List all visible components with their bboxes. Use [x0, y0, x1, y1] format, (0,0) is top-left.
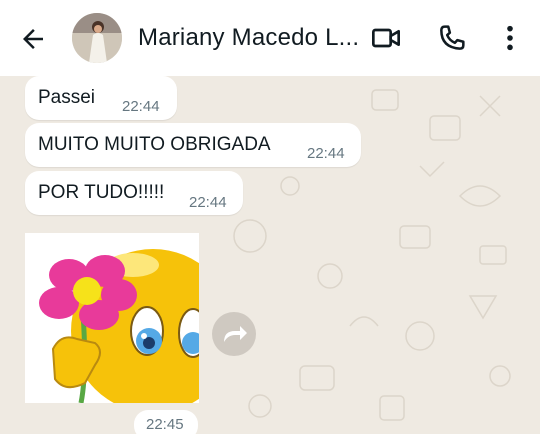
sticker-time-chip: 22:45 [134, 410, 198, 434]
message-time: 22:44 [189, 194, 227, 211]
more-vertical-icon[interactable] [494, 22, 526, 54]
message-text: MUITO MUITO OBRIGADA [38, 134, 271, 155]
sticker-image[interactable] [25, 233, 199, 403]
message-bubble[interactable]: POR TUDO!!!!! 22:44 [25, 171, 243, 215]
message-time: 22:44 [122, 98, 160, 115]
video-camera-icon[interactable] [370, 22, 402, 54]
arrow-left-icon[interactable] [18, 24, 48, 54]
message-text: Passei [38, 87, 96, 108]
avatar[interactable] [72, 13, 122, 63]
forward-icon[interactable] [212, 312, 256, 356]
phone-icon[interactable] [436, 22, 468, 54]
message-bubble[interactable]: Passei 22:44 [25, 76, 177, 120]
message-time: 22:44 [307, 145, 345, 162]
message-bubble[interactable]: MUITO MUITO OBRIGADA 22:44 [25, 123, 361, 167]
contact-name[interactable]: Mariany Macedo L... [138, 24, 359, 52]
message-text: POR TUDO!!!!! [38, 182, 165, 203]
chat-area[interactable]: Passei 22:44 MUITO MUITO OBRIGADA 22:44 … [0, 76, 540, 434]
chat-header: Mariany Macedo L... [0, 0, 540, 76]
sticker-time: 22:45 [146, 416, 184, 433]
